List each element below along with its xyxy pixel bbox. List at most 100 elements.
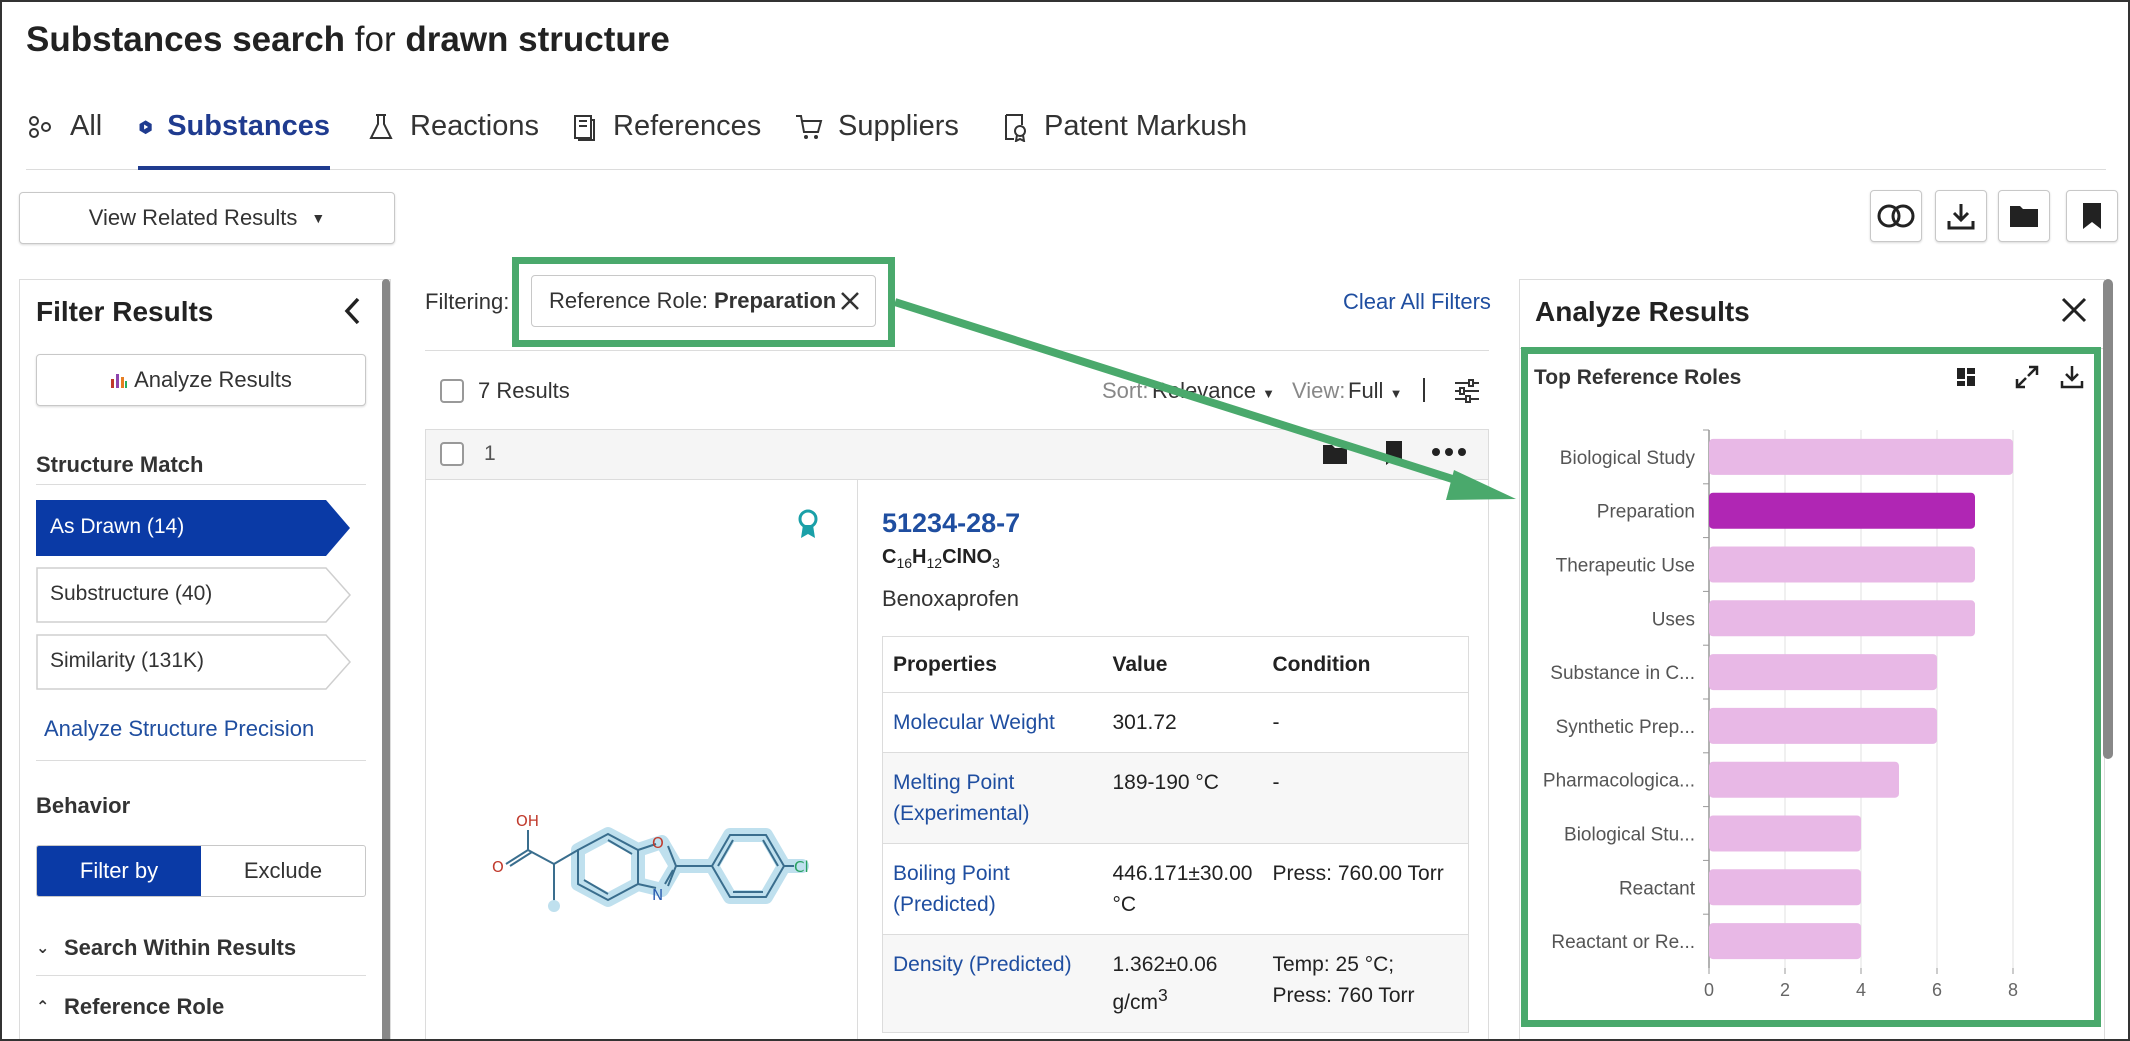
property-value: 1.362±0.06 g/cm3 <box>1102 934 1263 1033</box>
molecular-formula: C16H12ClNO3 <box>882 546 1000 571</box>
exclude-option[interactable]: Exclude <box>201 846 365 896</box>
analyze-structure-precision-link[interactable]: Analyze Structure Precision <box>44 716 314 742</box>
select-all-checkbox[interactable] <box>440 379 464 403</box>
property-condition: - <box>1262 692 1469 753</box>
flask-icon <box>369 114 393 139</box>
property-value: 189-190 °C <box>1102 752 1263 844</box>
divider <box>857 480 858 1039</box>
sort-dropdown[interactable]: Relevance ▼ <box>1152 378 1275 404</box>
filter-scrollbar[interactable] <box>382 279 390 1039</box>
download-icon <box>1947 204 1975 230</box>
property-link[interactable]: Melting Point (Experimental) <box>882 752 1103 844</box>
result-card: 1 O N Cl OH O 51234-28-7 C16H12ClNO3 Ben… <box>425 429 1489 1039</box>
behavior-toggle: Filter by Exclude <box>36 845 366 897</box>
property-condition: Temp: 25 °C; Press: 760 Torr <box>1262 934 1469 1033</box>
column-header: Value <box>1102 636 1263 693</box>
sort-label: Sort: <box>1102 378 1149 403</box>
bookmark-icon[interactable] <box>1384 440 1404 466</box>
analyze-scrollbar[interactable] <box>2103 279 2113 759</box>
table-row: Boiling Point (Predicted) 446.171±30.00 … <box>882 843 1469 935</box>
divider <box>36 760 366 761</box>
tab-references[interactable]: References <box>569 102 761 170</box>
substance-icon <box>139 120 152 135</box>
highlight-box-chart <box>1521 347 2101 1027</box>
view-related-results-button[interactable]: View Related Results ▼ <box>19 192 395 244</box>
tab-all[interactable]: All <box>26 102 102 170</box>
close-icon[interactable] <box>2060 296 2088 324</box>
view-dropdown[interactable]: Full ▼ <box>1348 378 1402 404</box>
match-similarity[interactable]: Similarity (131K) <box>36 634 354 690</box>
download-button[interactable] <box>1935 190 1987 242</box>
table-row: Density (Predicted) 1.362±0.06 g/cm3 Tem… <box>882 934 1469 1033</box>
divider <box>425 350 1489 351</box>
folder-icon <box>2010 206 2038 227</box>
tab-suppliers[interactable]: Suppliers <box>794 102 959 170</box>
document-icon <box>574 115 595 141</box>
table-row: Molecular Weight 301.72 - <box>882 692 1469 753</box>
property-link[interactable]: Boiling Point (Predicted) <box>882 843 1103 935</box>
search-within-results-accordion[interactable]: ⌄ Search Within Results <box>36 935 296 961</box>
match-as-drawn[interactable]: As Drawn (14) <box>36 500 354 556</box>
property-condition: - <box>1262 752 1469 844</box>
property-value: 301.72 <box>1102 692 1263 753</box>
folder-icon[interactable] <box>1322 442 1348 466</box>
hydroxyl-label: OH <box>516 812 539 830</box>
combine-icon <box>1877 204 1915 228</box>
table-row: Melting Point (Experimental) 189-190 °C … <box>882 752 1469 844</box>
carbonyl-oxygen-label: O <box>492 858 504 876</box>
match-substructure[interactable]: Substructure (40) <box>36 567 354 623</box>
substance-name: Benoxaprofen <box>882 586 1019 611</box>
column-header: Properties <box>882 636 1103 693</box>
clear-all-filters-link[interactable]: Clear All Filters <box>1343 289 1491 315</box>
tab-substances[interactable]: Substances <box>138 102 330 170</box>
behavior-heading: Behavior <box>36 793 131 818</box>
caret-down-icon: ▼ <box>311 210 326 226</box>
molecule-structure: O N Cl OH O <box>492 812 809 912</box>
oxygen-atom-label: O <box>652 834 664 852</box>
collapse-chevron-icon[interactable] <box>338 294 368 328</box>
structure-match-heading: Structure Match <box>36 452 204 477</box>
bookmark-button[interactable] <box>2066 190 2118 242</box>
award-ribbon-icon <box>798 509 818 538</box>
analyze-results-button[interactable]: Analyze Results <box>36 354 366 406</box>
result-tabs: All Substances Reactions References Supp… <box>26 102 2106 170</box>
divider <box>1423 378 1425 402</box>
cart-icon <box>796 115 823 139</box>
bookmark-icon <box>2083 203 2101 229</box>
cas-number-link[interactable]: 51234-28-7 <box>882 508 1020 539</box>
tab-patent-markush[interactable]: Patent Markush <box>1000 102 1247 170</box>
property-link[interactable]: Density (Predicted) <box>882 934 1103 1033</box>
app-window: Substances search for drawn structure Al… <box>0 0 2130 1041</box>
result-card-header: 1 <box>426 430 1488 480</box>
chlorine-atom-label: Cl <box>794 858 809 876</box>
folder-button[interactable] <box>1998 190 2050 242</box>
chevron-up-icon: ⌃ <box>36 999 50 1016</box>
divider <box>36 975 366 976</box>
filter-panel-title: Filter Results <box>36 296 214 327</box>
settings-sliders-icon[interactable] <box>1453 378 1481 404</box>
tab-reactions[interactable]: Reactions <box>366 102 539 170</box>
filter-by-option[interactable]: Filter by <box>37 846 201 896</box>
reference-role-accordion[interactable]: ⌃ Reference Role <box>36 994 224 1020</box>
caret-down-icon: ▼ <box>1389 386 1403 401</box>
filtering-label: Filtering: <box>425 289 510 314</box>
analyze-panel-title: Analyze Results <box>1535 296 1750 327</box>
chevron-down-icon: ⌄ <box>36 940 50 957</box>
filter-panel: Filter Results Analyze Results Structure… <box>19 279 391 1039</box>
divider <box>36 484 366 485</box>
properties-table: Properties Value Condition Molecular Wei… <box>882 636 1469 1033</box>
results-count: 7 Results <box>478 378 570 403</box>
result-index: 1 <box>484 442 496 465</box>
result-checkbox[interactable] <box>440 442 464 466</box>
nitrogen-atom-label: N <box>652 886 663 904</box>
property-value: 446.171±30.00 °C <box>1102 843 1263 935</box>
property-condition: Press: 760.00 Torr <box>1262 843 1469 935</box>
more-options-icon[interactable] <box>1431 446 1467 458</box>
page-title: Substances search for drawn structure <box>26 20 670 59</box>
column-header: Condition <box>1262 636 1469 693</box>
all-icon <box>29 116 51 138</box>
highlight-box-filter-chip <box>512 257 895 347</box>
combine-button[interactable] <box>1870 190 1922 242</box>
patent-icon <box>1005 114 1026 142</box>
property-link[interactable]: Molecular Weight <box>882 692 1103 753</box>
